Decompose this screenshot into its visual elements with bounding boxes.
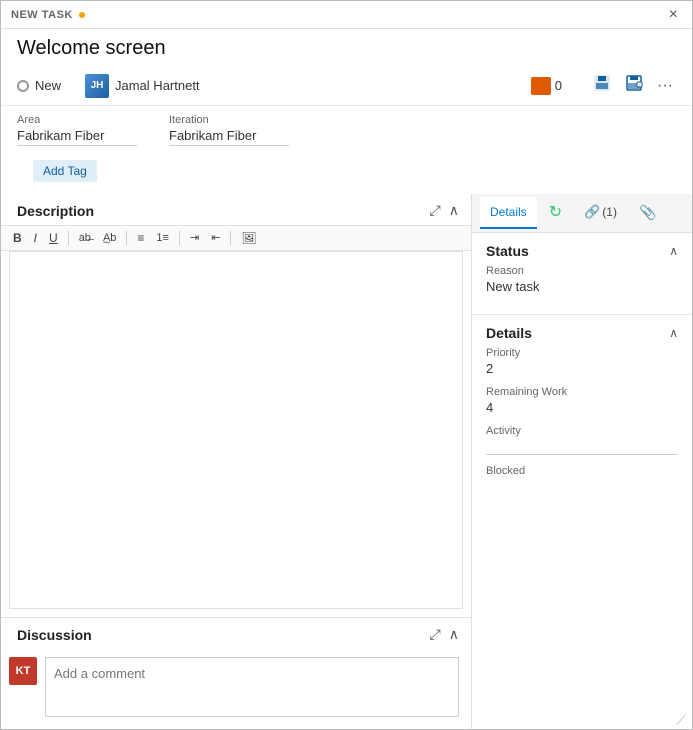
discussion-section-icons: ⤢ ∧ bbox=[430, 626, 459, 643]
status-section-title: Status bbox=[486, 243, 529, 259]
indent-button[interactable]: ⇥ bbox=[186, 231, 203, 246]
description-section-icons: ⤢ ∧ bbox=[430, 202, 459, 219]
tab-work[interactable]: ↻ bbox=[539, 194, 572, 232]
title-bar: NEW TASK × bbox=[1, 1, 692, 29]
details-section-title: Details bbox=[486, 325, 532, 341]
assignee-name: Jamal Hartnett bbox=[115, 78, 200, 93]
area-label: Area bbox=[17, 114, 137, 126]
blocked-label: Blocked bbox=[486, 465, 678, 477]
tab-links[interactable]: 🔗 (1) bbox=[574, 196, 627, 230]
reason-value[interactable]: New task bbox=[486, 279, 678, 294]
status-section-header: Status ∧ bbox=[486, 243, 678, 259]
save-as-button[interactable]: ↓ bbox=[622, 72, 646, 99]
tab-details[interactable]: Details bbox=[480, 197, 537, 229]
status-indicator[interactable]: New bbox=[17, 78, 61, 93]
user-avatar-small: KT bbox=[9, 657, 37, 685]
resize-handle[interactable]: ⟋ bbox=[676, 713, 688, 725]
avatar-image: JH bbox=[85, 74, 109, 98]
links-icon: 🔗 bbox=[584, 204, 600, 220]
description-header: Description ⤢ ∧ bbox=[1, 194, 471, 225]
separator-4 bbox=[230, 231, 231, 245]
main-content: Description ⤢ ∧ B I U ab̶ A̲b ≡ 1≡ ⇥ ⇤ bbox=[1, 194, 692, 729]
tab-details-label: Details bbox=[490, 205, 527, 219]
remaining-work-value[interactable]: 4 bbox=[486, 400, 678, 415]
priority-value[interactable]: 2 bbox=[486, 361, 678, 376]
discussion-section: Discussion ⤢ ∧ KT bbox=[1, 617, 471, 729]
tag-row: Add Tag bbox=[1, 150, 692, 194]
separator-1 bbox=[68, 231, 69, 245]
details-section: Details ∧ Priority 2 Remaining Work 4 Ac… bbox=[472, 314, 692, 515]
bullet-list-button[interactable]: ≡ bbox=[133, 230, 148, 246]
window-title: NEW TASK bbox=[11, 9, 73, 21]
separator-2 bbox=[126, 231, 127, 245]
strikethrough-button[interactable]: ab̶ bbox=[75, 231, 95, 246]
status-section: Status ∧ Reason New task bbox=[472, 233, 692, 314]
priority-label: Priority bbox=[486, 347, 678, 359]
status-label: New bbox=[35, 78, 61, 93]
numbered-list-button[interactable]: 1≡ bbox=[152, 231, 173, 246]
work-icon: ↻ bbox=[549, 202, 562, 222]
save-button[interactable] bbox=[590, 72, 614, 99]
iteration-value[interactable]: Fabrikam Fiber bbox=[169, 128, 289, 146]
description-collapse-icon[interactable]: ∧ bbox=[449, 202, 459, 219]
area-field: Area Fabrikam Fiber bbox=[17, 114, 137, 146]
left-panel: Description ⤢ ∧ B I U ab̶ A̲b ≡ 1≡ ⇥ ⇤ bbox=[1, 194, 472, 729]
add-tag-button[interactable]: Add Tag bbox=[33, 160, 97, 182]
underline-button[interactable]: U bbox=[45, 230, 62, 246]
main-window: NEW TASK × Welcome screen New JH Jamal H… bbox=[0, 0, 693, 730]
highlight-button[interactable]: A̲b bbox=[99, 231, 120, 246]
attachments-icon: 📎 bbox=[639, 204, 656, 220]
discussion-title: Discussion bbox=[17, 627, 92, 643]
activity-value[interactable] bbox=[486, 439, 678, 455]
reason-field: Reason New task bbox=[486, 265, 678, 294]
unsaved-dot bbox=[79, 12, 85, 18]
discussion-header: Discussion ⤢ ∧ bbox=[1, 618, 471, 649]
tab-attachments[interactable]: 📎 bbox=[629, 196, 666, 231]
separator-3 bbox=[179, 231, 180, 245]
bold-button[interactable]: B bbox=[9, 230, 26, 246]
image-button[interactable]: 🖼 bbox=[237, 230, 260, 246]
svg-text:↓: ↓ bbox=[639, 83, 641, 88]
comment-input[interactable] bbox=[45, 657, 459, 717]
discussion-expand-icon[interactable]: ⤢ bbox=[430, 626, 441, 643]
italic-button[interactable]: I bbox=[30, 230, 41, 246]
remaining-work-label: Remaining Work bbox=[486, 386, 678, 398]
more-button[interactable]: ··· bbox=[654, 75, 676, 97]
editor-toolbar: B I U ab̶ A̲b ≡ 1≡ ⇥ ⇤ 🖼 bbox=[1, 225, 471, 251]
avatar: JH bbox=[85, 74, 109, 98]
discussion-input-row: KT bbox=[1, 649, 471, 721]
blocked-field: Blocked bbox=[486, 465, 678, 495]
right-tabs: Details ↻ 🔗 (1) 📎 bbox=[472, 194, 692, 233]
iteration-field: Iteration Fabrikam Fiber bbox=[169, 114, 289, 146]
description-editor[interactable] bbox=[9, 251, 463, 609]
title-bar-left: NEW TASK bbox=[11, 9, 85, 21]
outdent-button[interactable]: ⇤ bbox=[207, 231, 224, 246]
area-value[interactable]: Fabrikam Fiber bbox=[17, 128, 137, 146]
description-title: Description bbox=[17, 203, 94, 219]
links-badge: (1) bbox=[602, 205, 617, 219]
details-collapse-icon[interactable]: ∧ bbox=[669, 326, 678, 340]
toolbar-icons: ↓ ··· bbox=[590, 72, 676, 99]
activity-field: Activity bbox=[486, 425, 678, 455]
details-section-header: Details ∧ bbox=[486, 325, 678, 341]
comment-count: 0 bbox=[555, 78, 562, 93]
status-dot bbox=[17, 80, 29, 92]
page-title: Welcome screen bbox=[1, 29, 692, 66]
close-button[interactable]: × bbox=[665, 5, 682, 25]
priority-field: Priority 2 bbox=[486, 347, 678, 376]
right-panel: Details ↻ 🔗 (1) 📎 Status ∧ bbox=[472, 194, 692, 729]
assignee[interactable]: JH Jamal Hartnett bbox=[85, 74, 200, 98]
toolbar-row: New JH Jamal Hartnett 0 bbox=[1, 66, 692, 106]
description-expand-icon[interactable]: ⤢ bbox=[430, 202, 441, 219]
blocked-value[interactable] bbox=[486, 479, 678, 495]
iteration-label: Iteration bbox=[169, 114, 289, 126]
comment-icon bbox=[531, 77, 551, 95]
comment-badge: 0 bbox=[531, 77, 562, 95]
discussion-collapse-icon[interactable]: ∧ bbox=[449, 626, 459, 643]
meta-row: Area Fabrikam Fiber Iteration Fabrikam F… bbox=[1, 106, 692, 150]
status-collapse-icon[interactable]: ∧ bbox=[669, 244, 678, 258]
activity-label: Activity bbox=[486, 425, 678, 437]
remaining-work-field: Remaining Work 4 bbox=[486, 386, 678, 415]
reason-label: Reason bbox=[486, 265, 678, 277]
